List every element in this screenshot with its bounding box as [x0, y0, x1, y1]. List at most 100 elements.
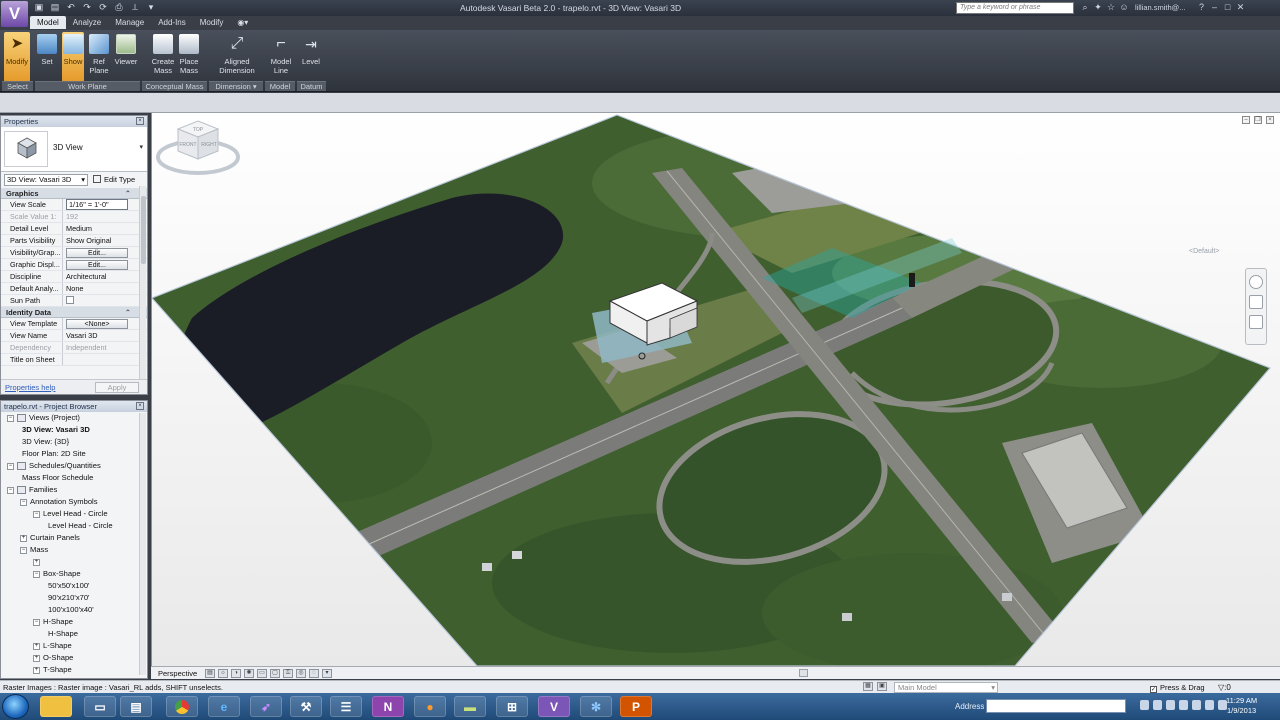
- clock[interactable]: 11:29 AM 1/9/2013: [1226, 696, 1257, 716]
- create-mass-button[interactable]: Create Mass: [150, 32, 176, 82]
- properties-scrollbar[interactable]: [139, 186, 146, 391]
- dropdown-icon[interactable]: ▾: [322, 669, 332, 678]
- prop-value[interactable]: Vasari 3D: [63, 330, 131, 341]
- tree-item[interactable]: H-Shape: [1, 628, 147, 640]
- tray-icon[interactable]: [1179, 700, 1188, 710]
- panel-select-label[interactable]: Select: [2, 81, 33, 91]
- tree-item[interactable]: 3D View: {3D}: [1, 436, 147, 448]
- tree-item[interactable]: Floor Plan: 2D Site: [1, 448, 147, 460]
- collapse-icon[interactable]: −: [33, 618, 40, 626]
- edit-graphic-display-button[interactable]: Edit...: [66, 260, 128, 270]
- collapse-icon[interactable]: −: [20, 498, 27, 506]
- scrollbar-thumb[interactable]: [141, 196, 146, 264]
- orbit-icon[interactable]: [1249, 315, 1263, 329]
- tree-item[interactable]: Level Head - Circle: [1, 520, 147, 532]
- prop-detail-level[interactable]: Detail Level Medium: [1, 223, 147, 235]
- temporary-hide-icon[interactable]: ◎: [296, 669, 306, 678]
- viewer-button[interactable]: Viewer: [113, 32, 139, 82]
- tray-icon[interactable]: [1192, 700, 1201, 710]
- viewcube-default-label[interactable]: <Default>: [1189, 248, 1219, 255]
- place-mass-button[interactable]: Place Mass: [176, 32, 202, 82]
- prop-value[interactable]: Architectural: [63, 271, 131, 282]
- prop-view-name[interactable]: View Name Vasari 3D: [1, 330, 147, 342]
- save-icon[interactable]: ▤: [50, 2, 60, 12]
- expand-icon[interactable]: +: [20, 534, 27, 542]
- panel-dimension-label[interactable]: Dimension ▾: [209, 81, 263, 91]
- press-drag-checkbox[interactable]: ✓: [1150, 686, 1157, 693]
- prop-view-scale[interactable]: View Scale 1/16" = 1'-0": [1, 199, 147, 211]
- model-selector[interactable]: Main Model ▾: [894, 682, 998, 693]
- internet-explorer-icon[interactable]: e: [208, 696, 240, 717]
- group-graphics[interactable]: Graphics ⌃: [1, 188, 147, 199]
- onenote-icon[interactable]: N: [372, 696, 404, 717]
- steering-wheel-icon[interactable]: [1249, 275, 1263, 289]
- perspective-label[interactable]: Perspective: [158, 669, 197, 678]
- sun-settings-icon[interactable]: ☼: [218, 669, 228, 678]
- tree-item[interactable]: − Level Head - Circle: [1, 508, 147, 520]
- firefox-icon[interactable]: ●: [414, 696, 446, 717]
- tree-item[interactable]: − Views (Project): [1, 412, 147, 424]
- tree-item[interactable]: 50'x50'x100': [1, 580, 147, 592]
- horizontal-scrollbar-thumb[interactable]: [799, 669, 808, 677]
- open-icon[interactable]: ▣: [34, 2, 44, 12]
- shadows-icon[interactable]: ◑: [231, 669, 241, 678]
- ref-plane-button[interactable]: Ref Plane: [88, 32, 110, 82]
- viewcube-front-face[interactable]: FRONT: [179, 142, 196, 148]
- collapse-icon[interactable]: ⌃: [125, 307, 131, 318]
- edit-visibility-button[interactable]: Edit...: [66, 248, 128, 258]
- edit-type-button[interactable]: Edit Type: [93, 174, 135, 185]
- view-scale-input[interactable]: 1/16" = 1'-0": [66, 199, 128, 210]
- lock-view-icon[interactable]: ⚿: [283, 669, 293, 678]
- close-icon[interactable]: ×: [136, 117, 144, 125]
- print-icon[interactable]: ⎙: [114, 2, 124, 12]
- zoom-icon[interactable]: [1249, 295, 1263, 309]
- tray-icon[interactable]: [1166, 700, 1175, 710]
- subscription-icon[interactable]: ✦: [1093, 2, 1103, 13]
- vasari-app-icon[interactable]: V: [538, 696, 570, 717]
- expand-icon[interactable]: +: [33, 558, 40, 566]
- collapse-icon[interactable]: ⌃: [125, 188, 131, 199]
- user-icon[interactable]: ☺: [1119, 2, 1129, 13]
- redo-icon[interactable]: ↷: [82, 2, 92, 12]
- tab-extra-icon[interactable]: ◉▾: [230, 16, 255, 29]
- taskbar-app-files-icon[interactable]: ▤: [120, 696, 152, 717]
- modify-button[interactable]: ➤ Modify: [4, 32, 30, 82]
- tree-item[interactable]: − H-Shape: [1, 616, 147, 628]
- crop-region-icon[interactable]: ▭: [257, 669, 267, 678]
- sun-path-checkbox[interactable]: [66, 296, 74, 304]
- collapse-icon[interactable]: −: [20, 546, 27, 554]
- collapse-icon[interactable]: −: [33, 510, 40, 518]
- chrome-icon[interactable]: [166, 696, 198, 717]
- viewcube-right-face[interactable]: RIGHT: [201, 142, 217, 148]
- network-icon[interactable]: ⊞: [496, 696, 528, 717]
- prop-default-analysis[interactable]: Default Analy... None: [1, 283, 147, 295]
- prop-parts-visibility[interactable]: Parts Visibility Show Original: [1, 235, 147, 247]
- undo-icon[interactable]: ↶: [66, 2, 76, 12]
- 3d-viewport[interactable]: – ❐ × TOP FRONT RIGHT <Default>: [151, 113, 1280, 666]
- tab-add-ins[interactable]: Add-Ins: [151, 16, 193, 29]
- prop-value[interactable]: [63, 354, 131, 365]
- binoculars-icon[interactable]: ⌕: [1080, 2, 1090, 13]
- prop-value[interactable]: None: [63, 283, 131, 294]
- tree-item[interactable]: − Families: [1, 484, 147, 496]
- collapse-icon[interactable]: −: [7, 414, 14, 422]
- star-icon[interactable]: ☆: [1106, 2, 1116, 13]
- tree-item[interactable]: − Annotation Symbols: [1, 496, 147, 508]
- files-icon[interactable]: ▬: [454, 696, 486, 717]
- chevron-down-icon[interactable]: ▾: [139, 143, 143, 151]
- start-button[interactable]: [2, 694, 29, 719]
- design-options-icon[interactable]: ▣: [877, 682, 887, 691]
- search-input[interactable]: Type a keyword or phrase: [956, 2, 1074, 14]
- apply-button[interactable]: Apply: [95, 382, 139, 393]
- expand-icon[interactable]: +: [33, 666, 40, 674]
- aligned-dimension-button[interactable]: ⤢ Aligned Dimension: [214, 32, 260, 82]
- tree-item[interactable]: 100'x100'x40': [1, 604, 147, 616]
- taskbar-app-folder-icon[interactable]: [40, 696, 72, 717]
- tree-item[interactable]: + L-Shape: [1, 640, 147, 652]
- tab-model[interactable]: Model: [30, 16, 66, 29]
- tab-analyze[interactable]: Analyze: [66, 16, 108, 29]
- restore-icon[interactable]: ❐: [1254, 116, 1262, 124]
- tree-item[interactable]: + Curtain Panels: [1, 532, 147, 544]
- level-button[interactable]: ⇥ Level: [299, 32, 323, 82]
- vasari-icon[interactable]: ➶: [250, 696, 282, 717]
